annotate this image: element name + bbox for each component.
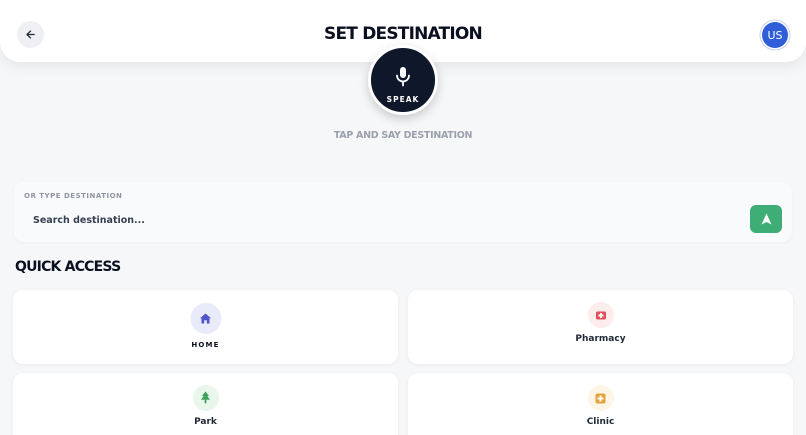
destination-search-input[interactable] [24, 210, 724, 230]
medical-cross-icon-badge [587, 385, 614, 411]
home-icon [200, 309, 212, 328]
navigate-arrow-icon [761, 210, 772, 229]
user-avatar[interactable]: US [762, 22, 788, 48]
pharmacy-icon-badge [587, 302, 614, 328]
speak-button[interactable]: SPEAK [368, 45, 438, 115]
quick-access-label: Pharmacy [575, 334, 626, 344]
page-title: SET DESTINATION [324, 24, 483, 44]
search-caption: OR TYPE DESTINATION [24, 192, 123, 200]
home-icon-badge [190, 303, 221, 334]
quick-access-label: Park [194, 417, 217, 427]
quick-access-pharmacy[interactable]: Pharmacy [408, 290, 793, 364]
navigate-button[interactable] [750, 205, 782, 233]
voice-hint: TAP AND SAY DESTINATION [333, 130, 473, 141]
medical-cross-icon [595, 389, 606, 408]
quick-access-label: Clinic [586, 417, 615, 427]
speak-button-label: SPEAK [386, 95, 420, 104]
quick-access-label: HOME [191, 341, 220, 349]
quick-access-home[interactable]: HOME [13, 290, 398, 364]
search-card: OR TYPE DESTINATION [14, 182, 792, 242]
quick-access-clinic[interactable]: Clinic [408, 373, 793, 435]
microphone-icon [394, 56, 412, 92]
quick-access-title: QUICK ACCESS [15, 259, 121, 275]
tree-icon [200, 389, 211, 408]
quick-access-park[interactable]: Park [13, 373, 398, 435]
tree-icon-badge [192, 385, 219, 411]
pharmacy-icon [595, 306, 607, 325]
